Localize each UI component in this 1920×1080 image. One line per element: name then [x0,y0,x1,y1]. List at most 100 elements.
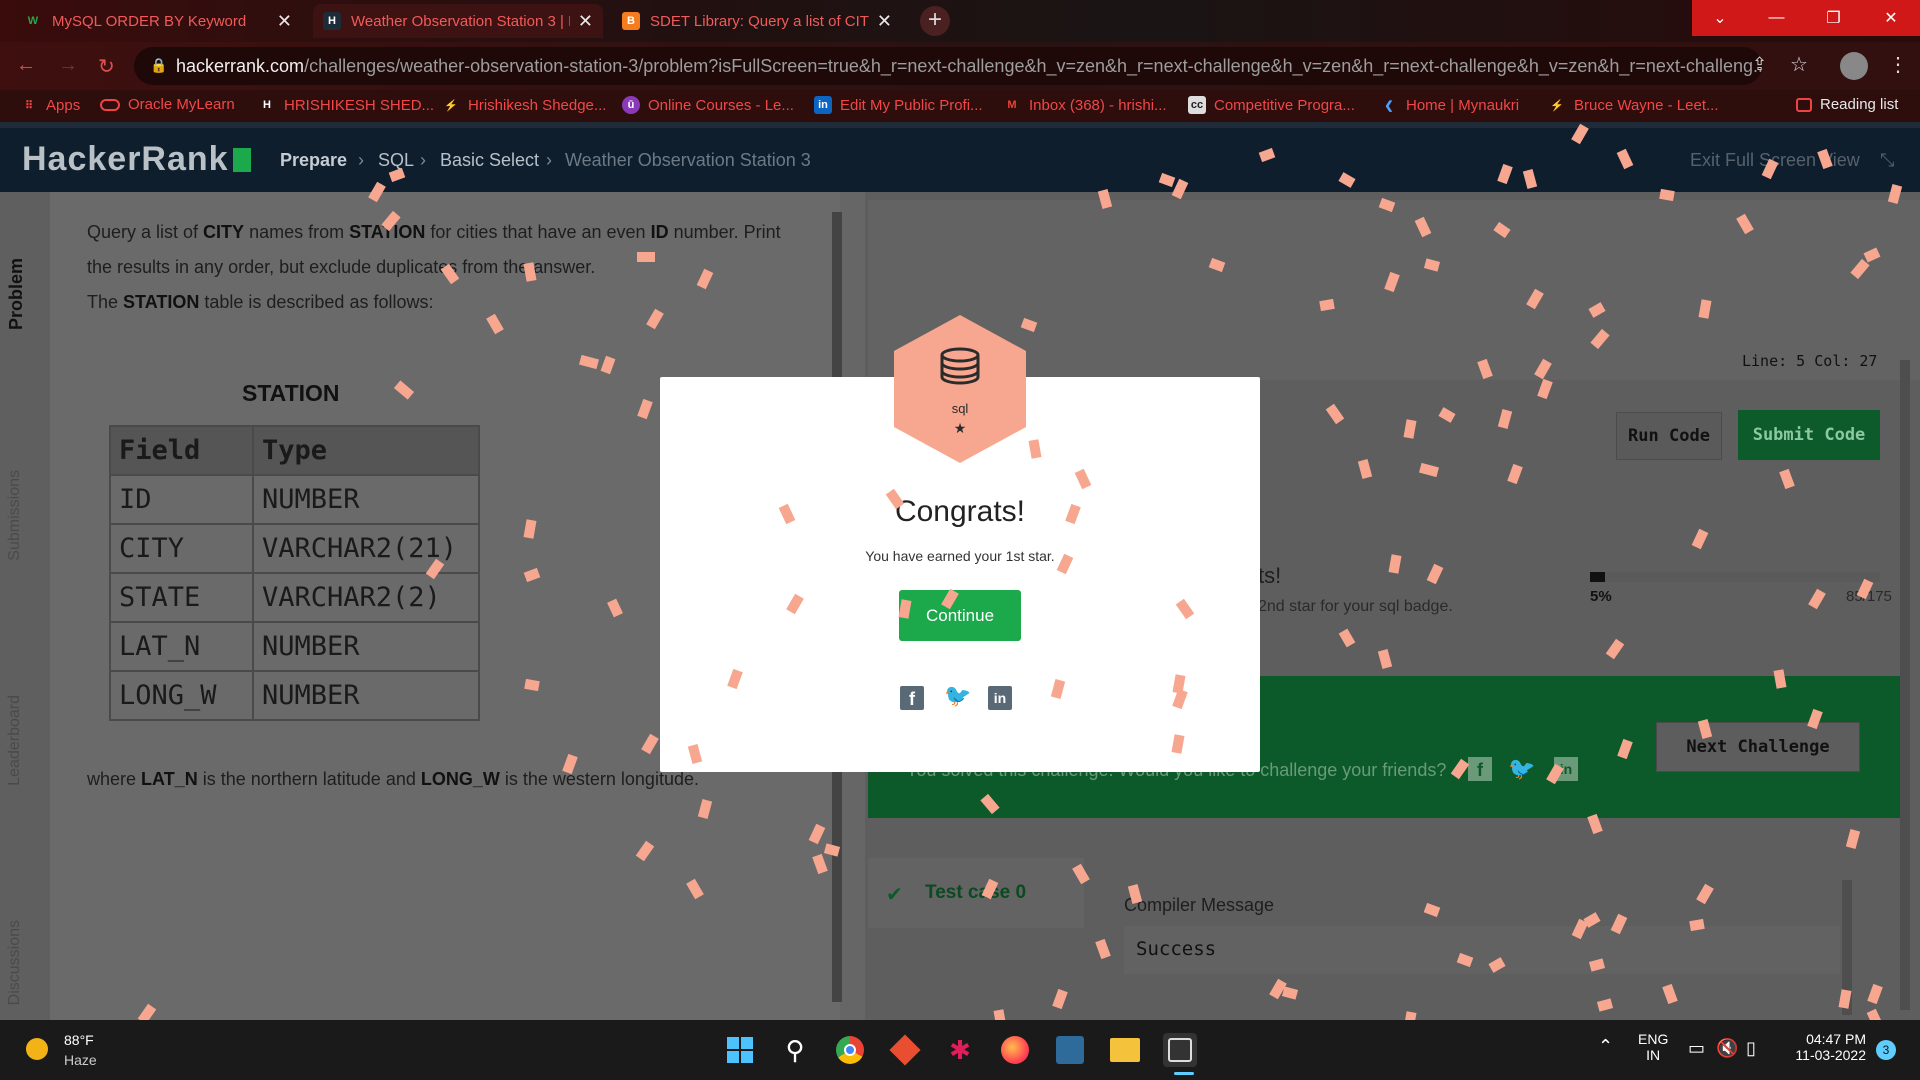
continue-button[interactable]: Continue [899,590,1021,641]
close-icon[interactable]: ✕ [578,11,593,32]
star-icon[interactable]: ☆ [1790,52,1808,77]
file-explorer-icon[interactable] [1108,1033,1142,1067]
problem-line-3: The STATION table is described as follow… [87,292,434,312]
leetcode-icon: ⚡ [1550,99,1564,112]
bookmark-label: Competitive Progra... [1214,96,1355,114]
weather-icon[interactable] [26,1038,48,1060]
facebook-icon[interactable]: f [900,686,924,710]
tab-mysql[interactable]: W MySQL ORDER BY Keyword ✕ [14,4,302,38]
reload-icon[interactable]: ↻ [98,54,115,79]
active-indicator [1174,1072,1194,1075]
crumb-basic-select[interactable]: Basic Select [440,150,539,171]
crumb-prepare[interactable]: Prepare [280,150,347,171]
tab-leaderboard[interactable]: Leaderboard [6,695,24,786]
next-challenge-button[interactable]: Next Challenge [1656,722,1860,772]
region-label: IN [1646,1047,1661,1063]
close-icon[interactable]: ✕ [277,11,292,32]
mysql-workbench-icon[interactable] [1053,1033,1087,1067]
scrollbar[interactable] [1900,360,1910,1010]
points-title: ts! [1258,563,1282,588]
check-icon: ✔ [886,884,903,906]
tab-problem[interactable]: Problem [6,258,27,330]
twitter-icon[interactable]: 🐦 [944,683,971,709]
chevron-up-icon[interactable]: ⌃ [1598,1036,1613,1057]
testcase-label: Test case 0 [925,882,1027,903]
modal-subtitle: You have earned your 1st star. [865,548,1055,564]
bookmark-leetcode[interactable]: ⚡ Hrishikesh Shedge... [442,96,606,114]
collapse-icon[interactable]: ⤡ [1880,150,1894,171]
cell: LAT_N [109,621,254,672]
cell: STATE [109,572,254,623]
cell: VARCHAR2(2) [252,572,480,623]
search-icon[interactable]: ⚲ [778,1033,812,1067]
reading-list[interactable]: Reading list [1796,96,1898,113]
linkedin-icon: in [814,96,832,114]
points-subtitle: 2nd star for your sql badge. [1258,598,1453,615]
progress-percent: 5% [1590,588,1612,605]
bookmark-leetcode-2[interactable]: ⚡ Bruce Wayne - Leet... [1548,96,1718,114]
lock-icon[interactable]: 🔒 [150,57,167,74]
cell: NUMBER [252,621,480,672]
cc-icon: cc [1188,96,1206,114]
bookmark-udemy[interactable]: ū Online Courses - Le... [622,96,794,114]
bookmark-apps[interactable]: ⠿ Apps [20,96,80,114]
tab-submissions[interactable]: Submissions [6,470,24,561]
battery-icon[interactable]: ▯ [1746,1038,1756,1059]
forward-icon[interactable]: → [58,54,78,77]
bookmark-label: HRISHIKESH SHED... [284,96,435,114]
chrome-icon[interactable] [833,1033,867,1067]
new-tab-button[interactable]: + [920,6,950,36]
header-cell: Type [252,425,480,476]
table-row: LONG_W NUMBER [109,670,480,721]
date: 11-03-2022 [1795,1047,1866,1063]
back-icon[interactable]: ← [16,54,36,77]
bookmark-mynaukri[interactable]: ❮ Home | Mynaukri [1380,96,1519,114]
firefox-icon[interactable] [998,1033,1032,1067]
run-code-button[interactable]: Run Code [1616,412,1722,460]
menu-icon[interactable]: ⋮ [1888,52,1908,77]
twitter-icon[interactable]: 🐦 [1508,756,1535,782]
bookmark-gmail[interactable]: M Inbox (368) - hrishi... [1003,96,1166,114]
slack-icon[interactable]: ✱ [943,1033,977,1067]
bookmark-label: Online Courses - Le... [648,96,794,114]
notification-badge[interactable]: 3 [1876,1040,1896,1060]
tab-sdet[interactable]: B SDET Library: Query a list of CITY ✕ [612,4,902,38]
volume-muted-icon[interactable]: 🔇 [1716,1038,1738,1059]
git-icon[interactable] [888,1033,922,1067]
close-icon[interactable]: ✕ [877,11,892,32]
tab-search-icon[interactable]: ⌄ [1692,0,1748,36]
start-icon[interactable] [723,1033,757,1067]
table-row: CITY VARCHAR2(21) [109,523,480,574]
badge-progress-bar [1590,572,1880,582]
mynaukri-icon: ❮ [1384,99,1394,112]
crumb-sql[interactable]: SQL [378,150,414,171]
share-icon[interactable]: ⇪ [1752,54,1767,75]
tab-title: MySQL ORDER BY Keyword [52,12,247,30]
clock[interactable]: 04:47 PM 11-03-2022 [1786,1031,1866,1063]
tab-discussions[interactable]: Discussions [6,920,24,1005]
submit-code-button[interactable]: Submit Code [1738,410,1880,460]
reading-list-label: Reading list [1820,96,1899,113]
minimize-button[interactable]: — [1748,0,1805,36]
weather-temp[interactable]: 88°F [64,1032,94,1048]
cell: NUMBER [252,670,480,721]
snipping-tool-icon[interactable] [1163,1033,1197,1067]
close-window-button[interactable]: ✕ [1862,0,1920,36]
facebook-icon[interactable]: f [1468,757,1492,781]
language-indicator[interactable]: ENG IN [1638,1031,1668,1063]
address-bar[interactable]: hackerrank.com/challenges/weather-observ… [134,47,1762,85]
cell: LONG_W [109,670,254,721]
avatar[interactable] [1840,52,1868,80]
hackerrank-logo[interactable]: HackerRank [22,140,251,179]
bookmark-linkedin[interactable]: in Edit My Public Profi... [814,96,983,114]
linkedin-icon[interactable]: in [988,686,1012,710]
bookmark-oracle[interactable]: Oracle MyLearn [100,96,235,113]
bookmark-hackerrank[interactable]: H HRISHIKESH SHED... [258,96,434,114]
svg-text:★: ★ [954,421,967,437]
network-icon[interactable]: ▭ [1688,1038,1705,1059]
crumb-separator: › [420,150,426,170]
restore-button[interactable]: ❐ [1805,0,1862,36]
weather-desc[interactable]: Haze [64,1052,97,1068]
tab-hackerrank[interactable]: H Weather Observation Station 3 | H ✕ [313,4,603,38]
bookmark-codechef[interactable]: cc Competitive Progra... [1188,96,1355,114]
